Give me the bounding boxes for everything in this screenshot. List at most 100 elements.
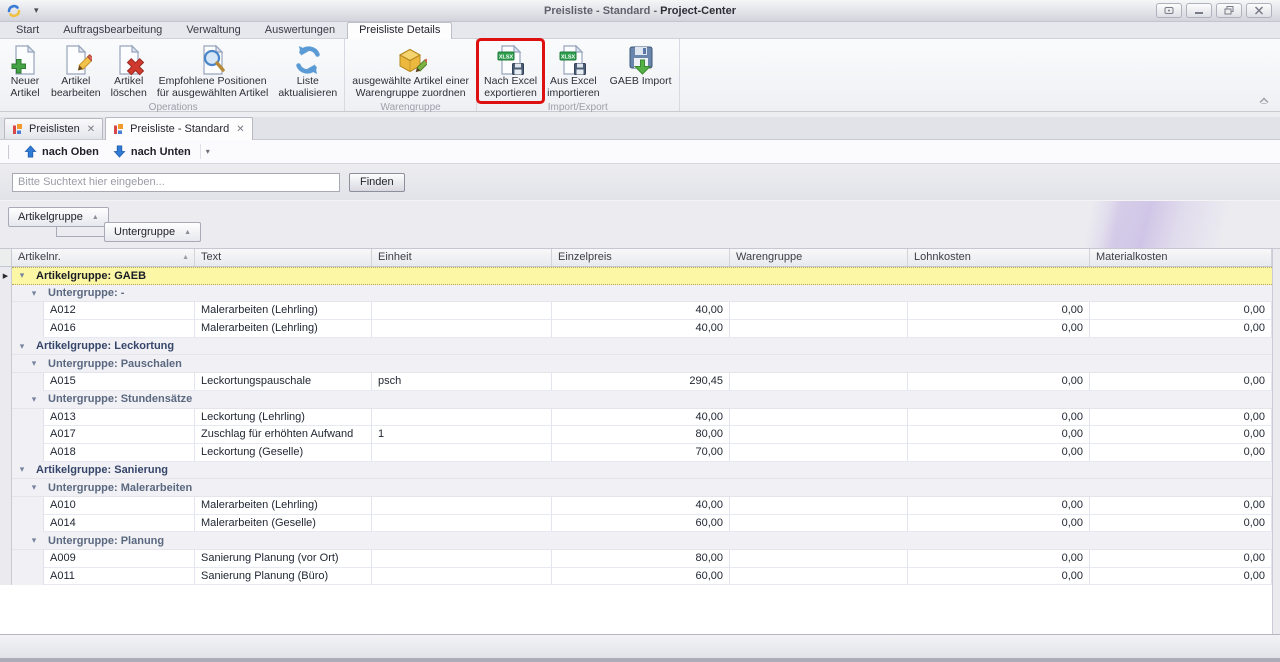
close-button[interactable] — [1246, 3, 1272, 18]
group-label: Untergruppe: Malerarbeiten — [48, 482, 192, 494]
ribbon-tab-start[interactable]: Start — [4, 22, 51, 38]
restore-button[interactable] — [1216, 3, 1242, 18]
subgroup-row[interactable]: ▾Untergruppe: Planung — [0, 532, 1280, 550]
toolbar-grip[interactable] — [6, 145, 9, 159]
group-row[interactable]: ▾ Artikelgruppe: Sanierung — [0, 462, 1280, 480]
artikel-bearbeiten-button[interactable]: Artikelbearbeiten — [46, 41, 106, 101]
document-tab-preislisten[interactable]: Preislisten ✕ — [4, 118, 103, 139]
button-label: Empfohlene Positionen — [159, 76, 267, 88]
quick-access-caret-icon[interactable]: ▾ — [34, 5, 39, 16]
neuer-artikel-button[interactable]: NeuerArtikel — [4, 41, 46, 101]
grid-cell: 0,00 — [1090, 444, 1272, 462]
table-row[interactable]: A018Leckortung (Geselle)70,000,000,00 — [0, 444, 1280, 462]
collapse-group-icon[interactable]: ▾ — [28, 394, 40, 405]
tab-close-icon[interactable]: ✕ — [85, 124, 95, 135]
row-indicator-cell — [0, 391, 12, 409]
grid-cell: 0,00 — [1090, 373, 1272, 391]
collapse-group-icon[interactable]: ▾ — [28, 358, 40, 369]
groupby-artikelgruppe-button[interactable]: Artikelgruppe▲ — [8, 207, 109, 227]
search-input[interactable] — [12, 173, 340, 192]
document-tab-preisliste-standard[interactable]: Preisliste - Standard✕ — [105, 117, 252, 140]
grid-cell — [730, 409, 908, 427]
column-header-materialkosten[interactable]: Materialkosten — [1090, 249, 1272, 266]
refresh-list-icon — [292, 44, 324, 76]
liste-aktualisieren-button[interactable]: Listeaktualisieren — [273, 41, 342, 101]
row-indicator-cell — [0, 409, 12, 427]
collapse-group-icon[interactable]: ▾ — [16, 341, 28, 352]
nach-excel-exportieren-button[interactable]: XLSXNach Excelexportieren4. — [479, 41, 542, 101]
grid-cell: 40,00 — [552, 497, 730, 515]
subgroup-row[interactable]: ▾Untergruppe: Stundensätze — [0, 391, 1280, 409]
move-down-button[interactable]: nach Unten — [106, 143, 198, 160]
grid-cell — [730, 373, 908, 391]
row-indicator-cell — [0, 355, 12, 373]
subgroup-row[interactable]: ▾ Untergruppe: Malerarbeiten — [0, 479, 1280, 497]
subgroup-row[interactable]: ▾ Untergruppe: Pauschalen — [0, 355, 1280, 373]
table-row[interactable]: A009Sanierung Planung (vor Ort)80,000,00… — [0, 550, 1280, 568]
document-tab-bar: Preislisten✕Preisliste - Standard✕ — [0, 117, 1280, 140]
app-logo-icon[interactable] — [6, 3, 22, 19]
collapse-group-icon[interactable]: ▾ — [16, 270, 28, 281]
row-indicator-cell — [0, 444, 12, 462]
grid-cell: 0,00 — [1090, 497, 1272, 515]
ribbon-tab-auftragsbearbeitung[interactable]: Auftragsbearbeitung — [51, 22, 174, 38]
table-row[interactable]: A012Malerarbeiten (Lehrling)40,000,000,0… — [0, 302, 1280, 320]
table-row[interactable]: A016Malerarbeiten (Lehrling)40,000,000,0… — [0, 320, 1280, 338]
ribbon-tab-verwaltung[interactable]: Verwaltung — [174, 22, 252, 38]
table-row[interactable]: A010Malerarbeiten (Lehrling)40,000,000,0… — [0, 497, 1280, 515]
button-label: Artikel — [10, 88, 39, 100]
collapse-ribbon-icon[interactable] — [1258, 95, 1270, 107]
collapse-group-icon[interactable]: ▾ — [16, 464, 28, 475]
table-row[interactable]: A013Leckortung (Lehrling)40,000,000,00 — [0, 409, 1280, 427]
group-label: Artikelgruppe: Sanierung — [36, 464, 168, 476]
grid-right-gutter — [1272, 249, 1280, 634]
group-by-panel: Artikelgruppe▲ Untergruppe▲ — [0, 200, 1280, 248]
grid-cell: Leckortung (Lehrling) — [195, 409, 372, 427]
toolbar-dropdown-button[interactable]: ▾ — [200, 144, 215, 159]
collapse-group-icon[interactable]: ▾ — [28, 288, 40, 299]
tab-close-icon[interactable]: ✕ — [234, 124, 244, 135]
ausgew-hlte-artikel-einer-warengruppe-zuordnen-button[interactable]: ausgewählte Artikel einerWarengruppe zuo… — [347, 41, 474, 101]
ribbon-tab-preisliste-details[interactable]: Preisliste Details — [347, 22, 452, 39]
grid-cell: 0,00 — [908, 515, 1090, 533]
artikel-l-schen-button[interactable]: Artikellöschen — [106, 41, 152, 101]
ribbon-tab-auswertungen[interactable]: Auswertungen — [253, 22, 347, 38]
empfohlene-positionen-f-r-ausgew-hlten-artikel-button[interactable]: Empfohlene Positionenfür ausgewählten Ar… — [152, 41, 273, 101]
row-indicator-cell — [0, 462, 12, 480]
table-row[interactable]: A015Leckortungspauschalepsch290,450,000,… — [0, 373, 1280, 391]
groupby-untergruppe-button[interactable]: Untergruppe▲ — [104, 222, 201, 242]
move-up-button[interactable]: nach Oben — [17, 143, 106, 160]
grid-cell: 0,00 — [908, 409, 1090, 427]
column-header-einheit[interactable]: Einheit — [372, 249, 552, 266]
collapse-group-icon[interactable]: ▾ — [28, 482, 40, 493]
excel-export-icon: XLSX — [495, 44, 527, 76]
grid-cell: 0,00 — [1090, 568, 1272, 586]
column-header-warengruppe[interactable]: Warengruppe — [730, 249, 908, 266]
column-header-text[interactable]: Text — [195, 249, 372, 266]
group-label: Untergruppe: Pauschalen — [48, 358, 182, 370]
column-header-einzelpreis[interactable]: Einzelpreis — [552, 249, 730, 266]
find-button[interactable]: Finden — [349, 173, 405, 192]
grid-cell — [372, 320, 552, 338]
column-header-artikelnr[interactable]: Artikelnr.▲ — [12, 249, 195, 266]
aus-excel-importieren-button[interactable]: XLSXAus Excelimportieren — [542, 41, 605, 101]
grid-cell: 0,00 — [908, 320, 1090, 338]
group-row[interactable]: ▾Artikelgruppe: Leckortung — [0, 338, 1280, 356]
subgroup-row[interactable]: ▾Untergruppe: - — [0, 285, 1280, 303]
grid-cell: 0,00 — [1090, 302, 1272, 320]
column-header-lohnkosten[interactable]: Lohnkosten — [908, 249, 1090, 266]
minimize-button[interactable] — [1186, 3, 1212, 18]
table-row[interactable]: A014Malerarbeiten (Geselle)60,000,000,00 — [0, 515, 1280, 533]
window-style-button[interactable] — [1156, 3, 1182, 18]
group-row[interactable]: ▶▾Artikelgruppe: GAEB — [0, 267, 1280, 285]
table-row[interactable]: A017Zuschlag für erhöhten Aufwand180,000… — [0, 426, 1280, 444]
assign-warengruppe-icon — [395, 44, 427, 76]
gaeb-import-button[interactable]: GAEB Import — [605, 41, 677, 90]
table-row[interactable]: A011Sanierung Planung (Büro)60,000,000,0… — [0, 568, 1280, 586]
pricelist-tab-icon — [113, 123, 125, 135]
edit-article-icon — [60, 44, 92, 76]
tab-label: Preislisten — [29, 123, 80, 135]
grid-cell: 0,00 — [1090, 515, 1272, 533]
collapse-group-icon[interactable]: ▾ — [28, 535, 40, 546]
grid-cell — [730, 497, 908, 515]
